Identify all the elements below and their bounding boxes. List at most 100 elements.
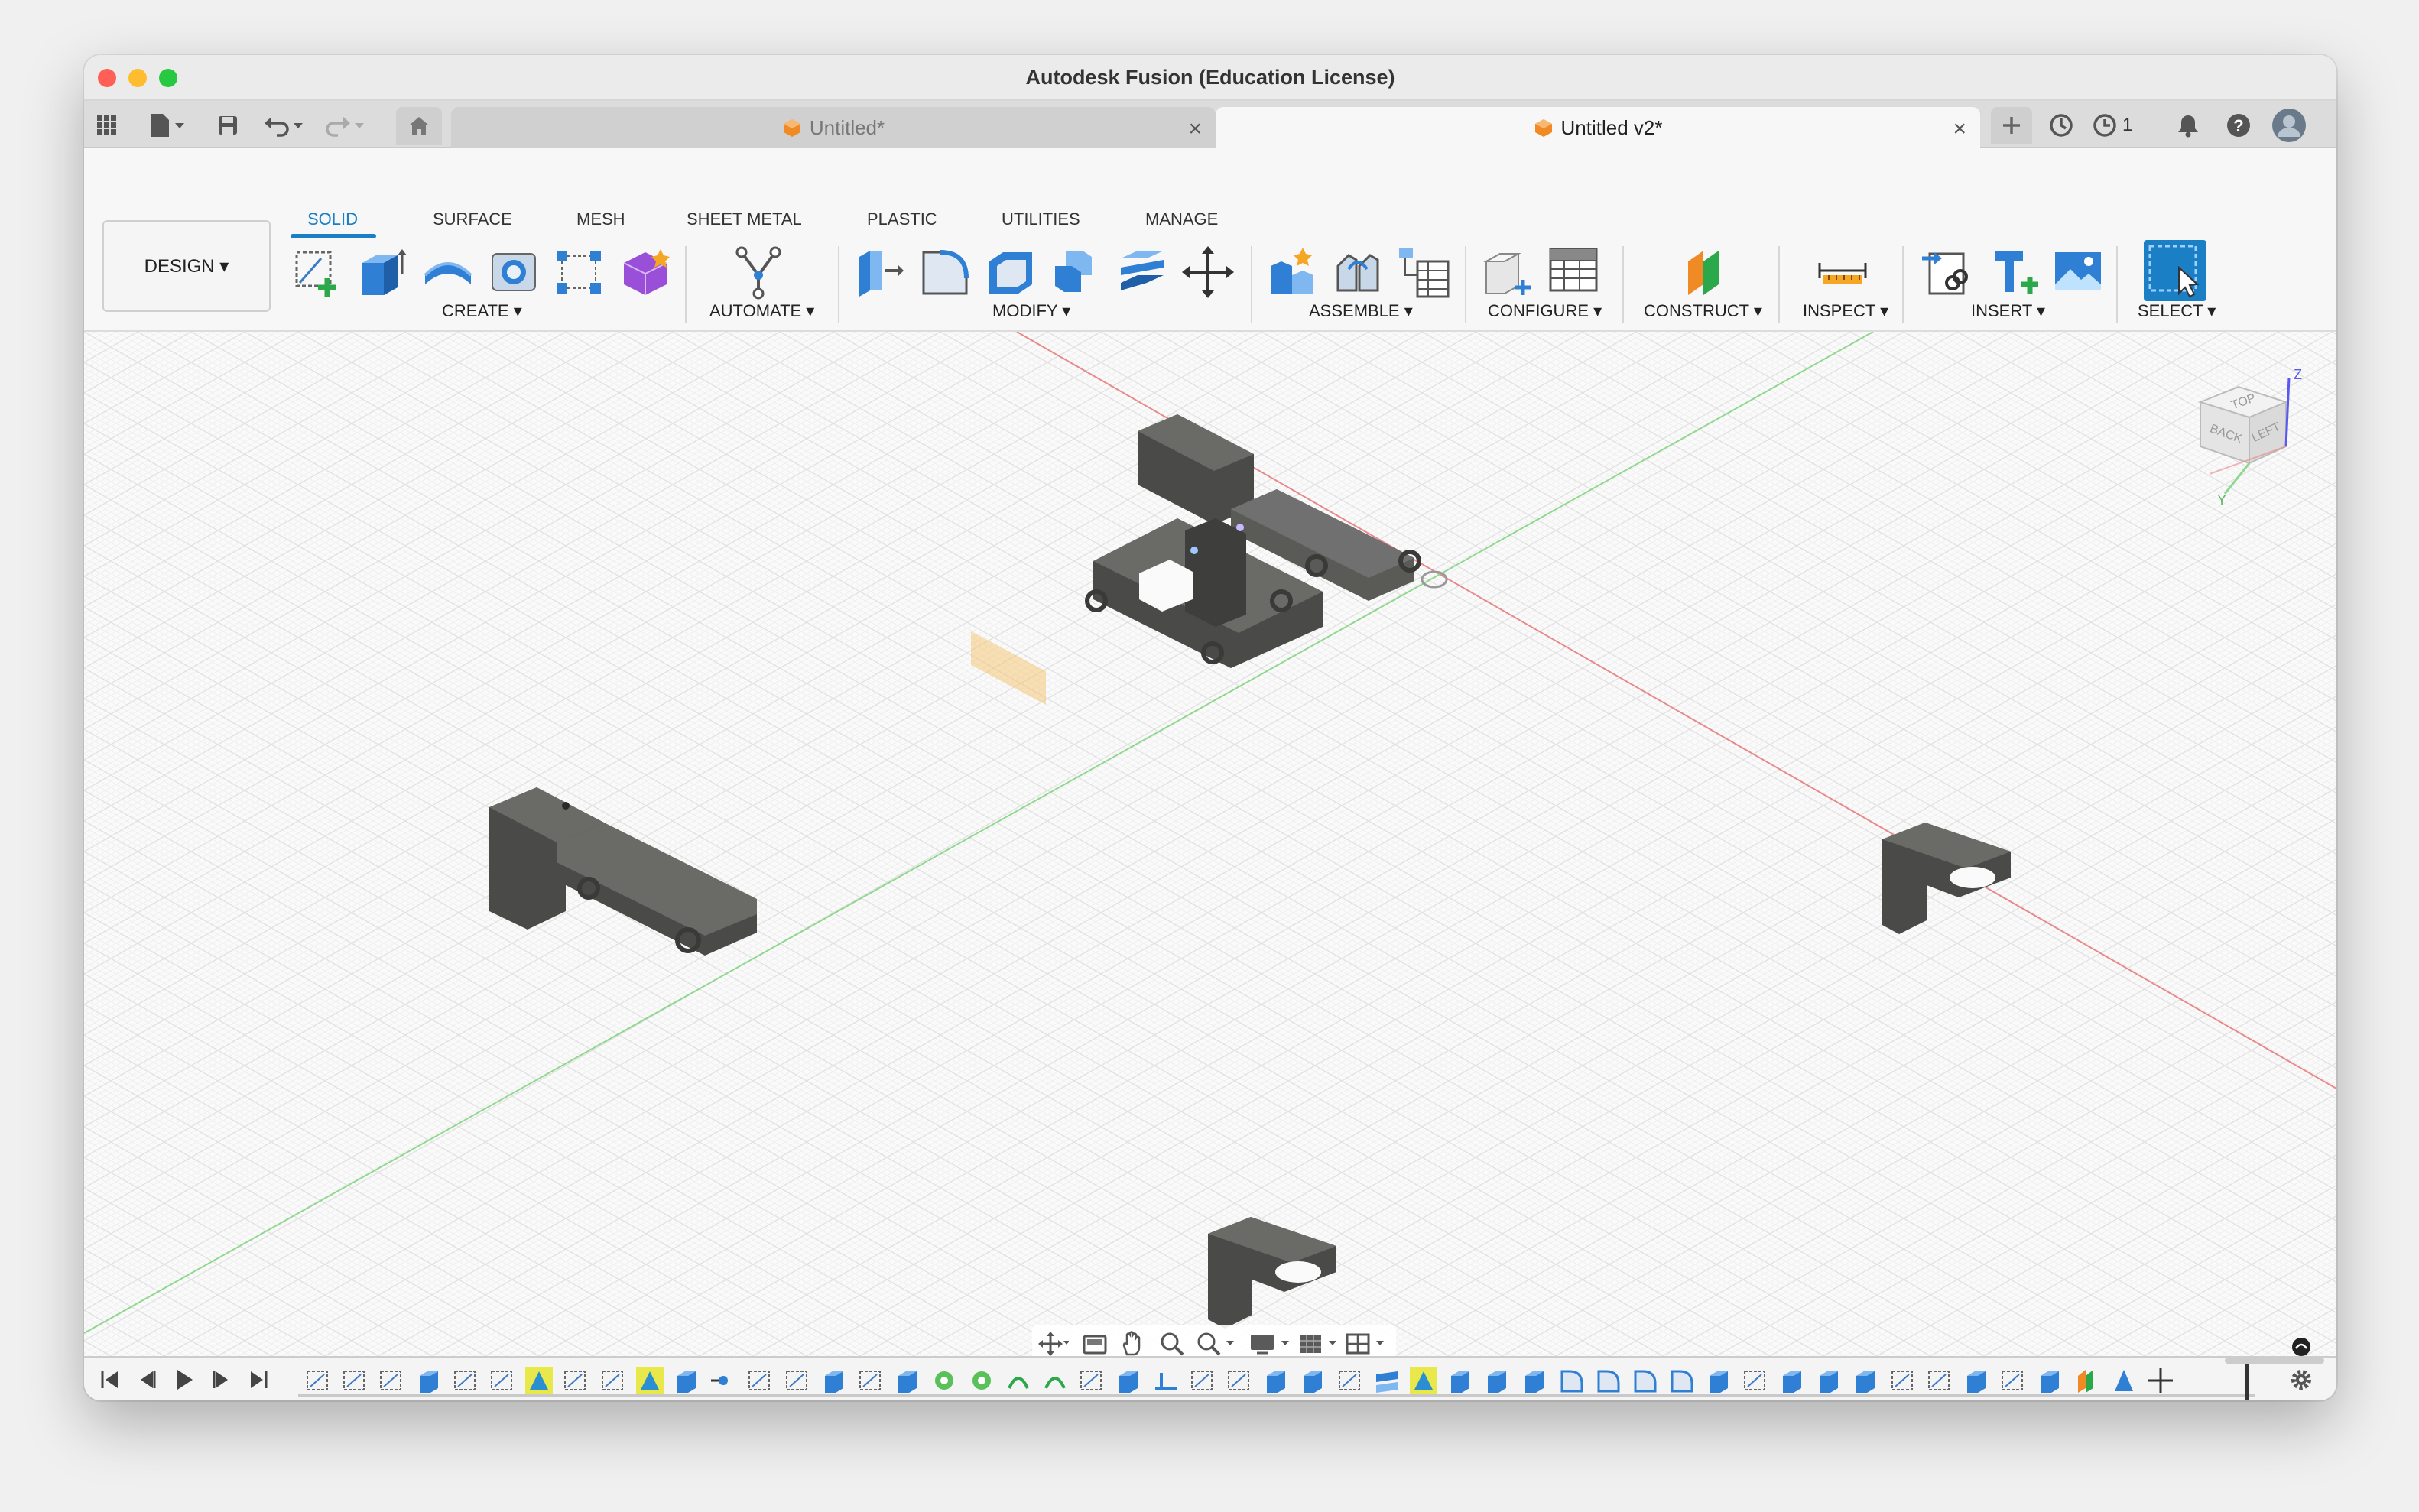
joint-icon[interactable]: [1330, 245, 1385, 300]
form-icon[interactable]: [618, 245, 673, 300]
timeline-settings-icon[interactable]: [2286, 1367, 2317, 1393]
fit-icon[interactable]: [1194, 1330, 1237, 1356]
look-at-icon[interactable]: [1080, 1330, 1110, 1356]
construct-menu[interactable]: CONSTRUCT ▾: [1644, 301, 1762, 321]
measure-icon[interactable]: [1815, 245, 1870, 300]
timeline-align-feature-icon[interactable]: [1151, 1365, 1181, 1396]
minimize-window-button[interactable]: [128, 69, 147, 87]
timeline-plane-feature-icon[interactable]: [635, 1365, 665, 1396]
timeline-sketch-feature-icon[interactable]: [303, 1365, 333, 1396]
assemble-menu[interactable]: ASSEMBLE ▾: [1309, 301, 1413, 321]
timeline-fillet-feature-icon[interactable]: [1666, 1365, 1697, 1396]
timeline-extrude-feature-icon[interactable]: [1519, 1365, 1550, 1396]
timeline-extrude-feature-icon[interactable]: [1850, 1365, 1881, 1396]
timeline-extrude-feature-icon[interactable]: [1813, 1365, 1844, 1396]
viewports-icon[interactable]: [1344, 1330, 1390, 1356]
pattern-icon[interactable]: [552, 245, 607, 300]
canvas-viewport[interactable]: TOP BACK LEFT Z Y: [84, 332, 2336, 1356]
combine-icon[interactable]: [1049, 245, 1104, 300]
timeline-sketch-feature-icon[interactable]: [1740, 1365, 1771, 1396]
modify-menu[interactable]: MODIFY ▾: [992, 301, 1070, 321]
timeline-joint-feature-icon[interactable]: [708, 1365, 739, 1396]
timeline-sketch-feature-icon[interactable]: [745, 1365, 775, 1396]
step-forward-icon[interactable]: [206, 1367, 237, 1393]
insert-menu[interactable]: INSERT ▾: [1971, 301, 2045, 321]
tab-solid[interactable]: SOLID: [307, 209, 358, 229]
timeline-revolve-feature-icon[interactable]: [1003, 1365, 1034, 1396]
play-icon[interactable]: [168, 1367, 199, 1393]
timeline-sketch-feature-icon[interactable]: [598, 1365, 628, 1396]
skip-to-end-icon[interactable]: [243, 1367, 274, 1393]
timeline-extrude-feature-icon[interactable]: [1777, 1365, 1807, 1396]
tab-sheet-metal[interactable]: SHEET METAL: [687, 209, 802, 229]
automate-icon[interactable]: [731, 245, 786, 300]
timeline-extrude-feature-icon[interactable]: [1482, 1365, 1512, 1396]
split-body-icon[interactable]: [1115, 245, 1170, 300]
timeline-sketch-feature-icon[interactable]: [782, 1365, 813, 1396]
timeline-extrude-feature-icon[interactable]: [819, 1365, 849, 1396]
close-tab-icon[interactable]: ×: [1953, 116, 1966, 142]
hole-icon[interactable]: [486, 245, 541, 300]
configure-design-icon[interactable]: [1480, 245, 1535, 300]
pan-icon[interactable]: [1118, 1330, 1148, 1356]
skip-to-start-icon[interactable]: [95, 1367, 125, 1393]
timeline-fillet-feature-icon[interactable]: [1629, 1365, 1660, 1396]
orbit-icon[interactable]: [1038, 1330, 1069, 1356]
configuration-table-icon[interactable]: [1546, 245, 1601, 300]
timeline-sketch-feature-icon[interactable]: [560, 1365, 591, 1396]
new-component-icon[interactable]: [1265, 245, 1320, 300]
new-tab-icon[interactable]: [1991, 107, 2032, 144]
undo-icon[interactable]: [261, 110, 307, 141]
create-sketch-icon[interactable]: [291, 245, 346, 300]
create-menu[interactable]: CREATE ▾: [442, 301, 522, 321]
timeline-sketch-feature-icon[interactable]: [856, 1365, 886, 1396]
configure-menu[interactable]: CONFIGURE ▾: [1488, 301, 1602, 321]
tab-mesh[interactable]: MESH: [576, 209, 625, 229]
close-tab-icon[interactable]: ×: [1188, 116, 1202, 142]
job-status-icon[interactable]: 1: [2092, 110, 2150, 141]
comment-icon[interactable]: [2292, 1338, 2310, 1356]
timeline-sketch-feature-icon[interactable]: [1998, 1365, 2028, 1396]
timeline-extrude-feature-icon[interactable]: [1113, 1365, 1144, 1396]
timeline-sketch-feature-icon[interactable]: [376, 1365, 407, 1396]
help-icon[interactable]: ?: [2223, 110, 2254, 141]
shell-icon[interactable]: [983, 245, 1038, 300]
fillet-icon[interactable]: [917, 245, 972, 300]
save-icon[interactable]: [213, 110, 243, 141]
timeline-extrude-feature-icon[interactable]: [1261, 1365, 1291, 1396]
timeline-extrude-feature-icon[interactable]: [1703, 1365, 1734, 1396]
revolve-icon[interactable]: [420, 245, 476, 300]
grid-snaps-icon[interactable]: [1297, 1330, 1343, 1356]
bill-of-materials-icon[interactable]: [1396, 245, 1451, 300]
notifications-icon[interactable]: [2173, 110, 2203, 141]
tab-untitled[interactable]: Untitled* ×: [451, 107, 1216, 148]
timeline-plane-feature-icon[interactable]: [1408, 1365, 1439, 1396]
workspace-switcher[interactable]: DESIGN ▾: [102, 220, 271, 312]
tab-utilities[interactable]: UTILITIES: [1002, 209, 1080, 229]
timeline-extrude-feature-icon[interactable]: [2034, 1365, 2065, 1396]
timeline-fillet-feature-icon[interactable]: [1556, 1365, 1586, 1396]
offset-plane-icon[interactable]: [1677, 245, 1732, 300]
timeline-sketch-feature-icon[interactable]: [1888, 1365, 1918, 1396]
tab-surface[interactable]: SURFACE: [433, 209, 512, 229]
move-copy-icon[interactable]: [1180, 245, 1235, 300]
timeline-sketch-feature-icon[interactable]: [1076, 1365, 1107, 1396]
timeline-move-feature-icon[interactable]: [2145, 1365, 2176, 1396]
tab-manage[interactable]: MANAGE: [1145, 209, 1218, 229]
timeline-sketch-feature-icon[interactable]: [1224, 1365, 1255, 1396]
timeline-sketch-feature-icon[interactable]: [1187, 1365, 1218, 1396]
insert-derive-icon[interactable]: [1919, 245, 1974, 300]
canvas-image-icon[interactable]: [2050, 245, 2106, 300]
file-menu-icon[interactable]: [145, 110, 188, 141]
timeline-fillet-feature-icon[interactable]: [1593, 1365, 1623, 1396]
sync-icon[interactable]: [2046, 110, 2076, 141]
timeline-plane-feature-icon[interactable]: [524, 1365, 554, 1396]
insert-mcmaster-icon[interactable]: [1985, 245, 2040, 300]
timeline-sketch-feature-icon[interactable]: [487, 1365, 518, 1396]
timeline-sketch-feature-icon[interactable]: [450, 1365, 481, 1396]
tab-untitled-v2[interactable]: Untitled v2* ×: [1216, 107, 1980, 148]
timeline-extrude-feature-icon[interactable]: [1961, 1365, 1992, 1396]
timeline-draft-feature-icon[interactable]: [2109, 1365, 2139, 1396]
timeline-scrollbar[interactable]: [2225, 1358, 2324, 1364]
apps-grid-icon[interactable]: [92, 110, 122, 141]
